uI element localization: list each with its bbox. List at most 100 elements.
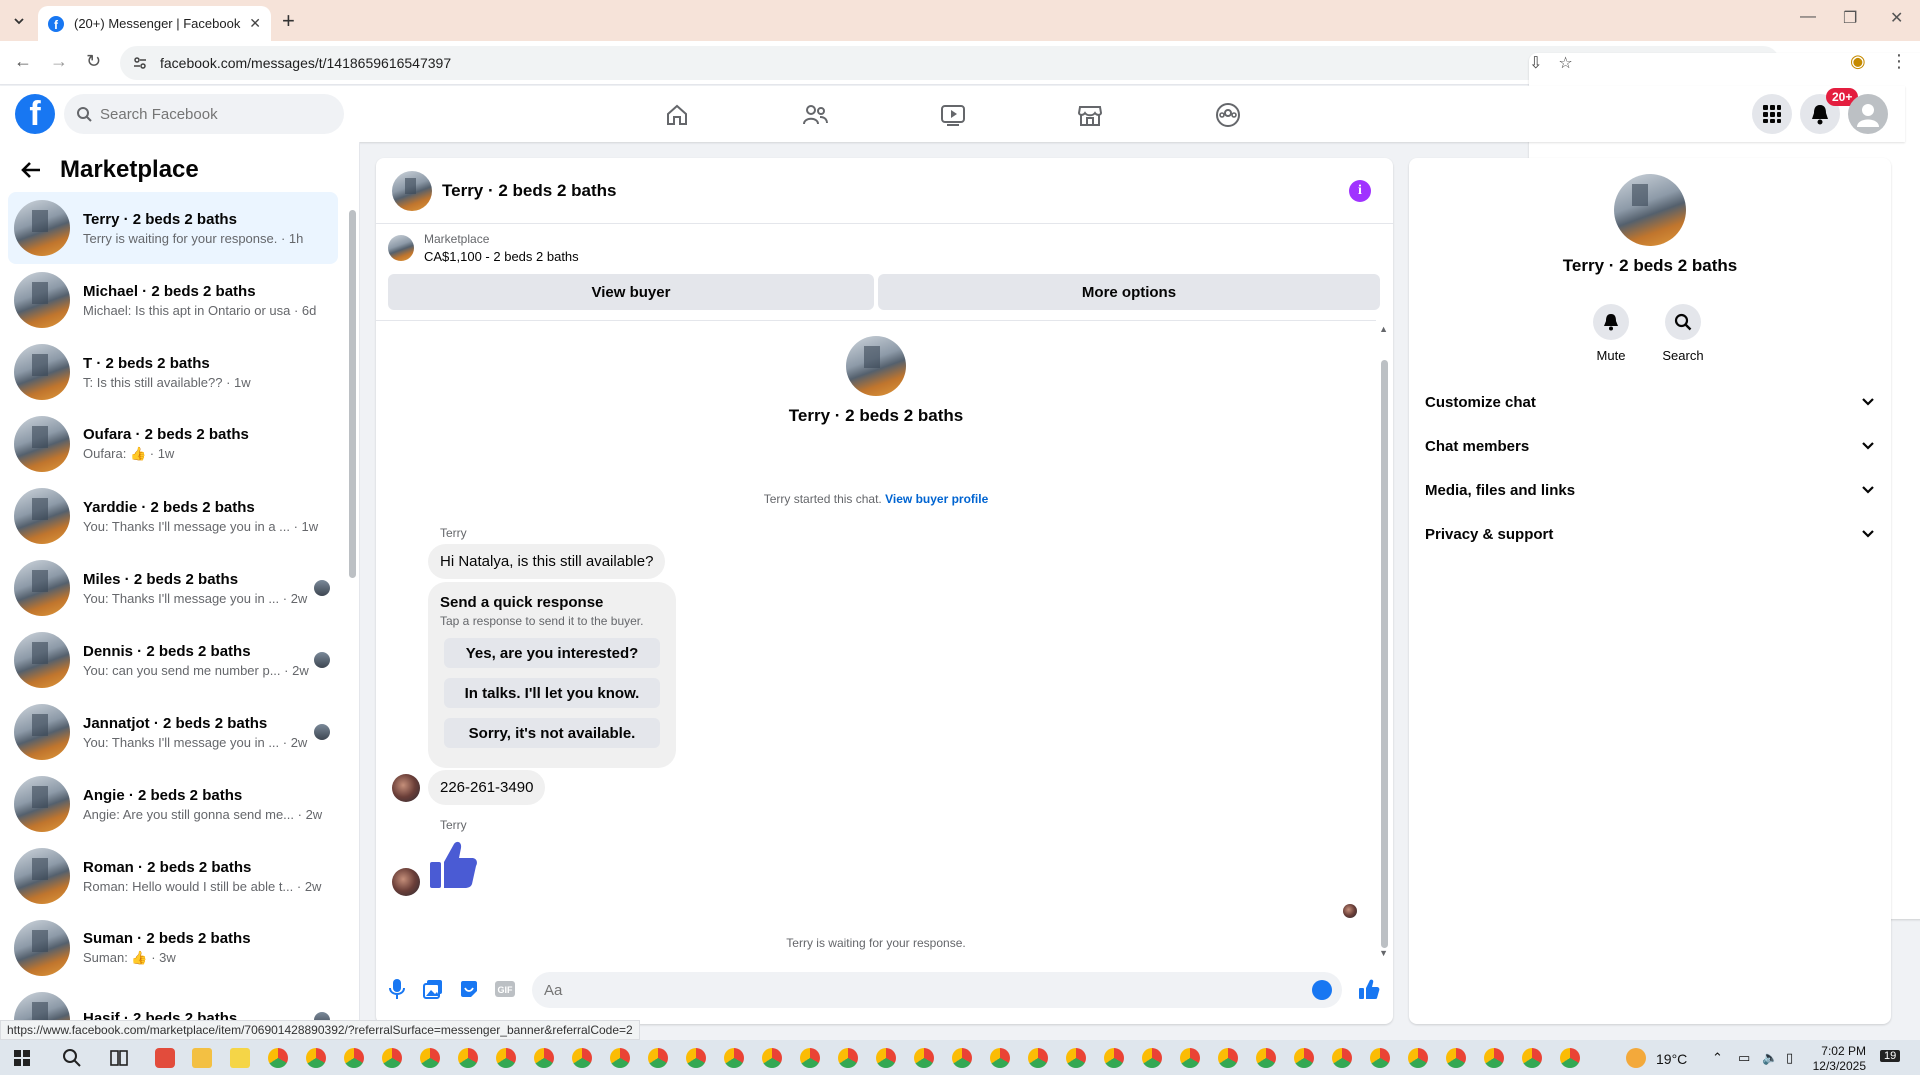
chrome-icon[interactable] [1446, 1048, 1466, 1068]
conversation-item[interactable]: Jannatjot · 2 beds 2 baths You: Thanks I'… [8, 696, 338, 768]
groups-icon[interactable] [1208, 100, 1248, 130]
chrome-icon[interactable] [306, 1048, 326, 1068]
privacy-support-row[interactable]: Privacy & support [1425, 512, 1875, 556]
info-icon[interactable]: i [1349, 180, 1371, 202]
microphone-icon[interactable] [386, 978, 408, 1000]
chrome-icon[interactable] [1218, 1048, 1238, 1068]
customize-chat-row[interactable]: Customize chat [1425, 380, 1875, 424]
back-arrow-icon[interactable] [20, 160, 42, 180]
scroll-up-icon[interactable]: ▲ [1379, 324, 1388, 334]
battery-icon[interactable]: ▯ [1786, 1050, 1793, 1066]
clock-time[interactable]: 7:02 PM [1812, 1044, 1866, 1058]
minimize-icon[interactable]: — [1800, 8, 1816, 26]
photo-icon[interactable] [422, 978, 444, 1000]
chrome-icon[interactable] [268, 1048, 288, 1068]
restore-icon[interactable]: ❐ [1843, 8, 1857, 28]
listing-banner[interactable]: Marketplace CA$1,100 - 2 beds 2 baths [388, 232, 579, 264]
quick-reply-button[interactable]: Sorry, it's not available. [444, 718, 660, 748]
chrome-icon[interactable] [572, 1048, 592, 1068]
chrome-icon[interactable] [420, 1048, 440, 1068]
forward-icon[interactable]: → [50, 51, 68, 72]
conversation-item[interactable]: Miles · 2 beds 2 baths You: Thanks I'll m… [8, 552, 338, 624]
chrome-icon[interactable] [762, 1048, 782, 1068]
chat-members-row[interactable]: Chat members [1425, 424, 1875, 468]
chrome-icon[interactable] [838, 1048, 858, 1068]
conversation-item[interactable]: Michael · 2 beds 2 baths Michael: Is this… [8, 264, 338, 336]
chrome-icon[interactable] [800, 1048, 820, 1068]
clock-date[interactable]: 12/3/2025 [1806, 1059, 1866, 1073]
emoji-icon[interactable] [1312, 980, 1332, 1000]
media-files-links-row[interactable]: Media, files and links [1425, 468, 1875, 512]
chrome-icon[interactable] [1066, 1048, 1086, 1068]
profile-icon[interactable]: ◉ [1850, 51, 1866, 72]
chrome-icon[interactable] [1104, 1048, 1124, 1068]
view-buyer-profile-link[interactable]: View buyer profile [885, 492, 988, 506]
chrome-icon[interactable] [914, 1048, 934, 1068]
close-tab-icon[interactable]: ✕ [249, 15, 261, 32]
chrome-icon[interactable] [458, 1048, 478, 1068]
facebook-logo-icon[interactable]: f [15, 94, 55, 134]
chrome-icon[interactable] [876, 1048, 896, 1068]
chrome-icon[interactable] [1028, 1048, 1048, 1068]
conversation-item[interactable]: Dennis · 2 beds 2 baths You: can you send… [8, 624, 338, 696]
chrome-icon[interactable] [1256, 1048, 1276, 1068]
chrome-icon[interactable] [610, 1048, 630, 1068]
more-options-button[interactable]: More options [878, 274, 1380, 310]
tab-search-dropdown[interactable] [8, 10, 30, 32]
chrome-icon[interactable] [990, 1048, 1010, 1068]
conversation-item[interactable]: Suman · 2 beds 2 baths Suman: 👍 · 3w [8, 912, 338, 984]
quick-reply-button[interactable]: In talks. I'll let you know. [444, 678, 660, 708]
volume-icon[interactable]: 🔈 [1762, 1050, 1778, 1066]
sticker-icon[interactable] [458, 978, 480, 1000]
chat-scrollbar[interactable] [1381, 360, 1388, 948]
chrome-icon[interactable] [1408, 1048, 1428, 1068]
sidebar-scrollbar[interactable] [349, 210, 356, 578]
file-explorer-icon[interactable] [192, 1048, 212, 1068]
quick-reply-button[interactable]: Yes, are you interested? [444, 638, 660, 668]
conversation-item[interactable]: Terry · 2 beds 2 baths Terry is waiting f… [8, 192, 338, 264]
site-settings-icon[interactable] [132, 55, 148, 71]
view-buyer-button[interactable]: View buyer [388, 274, 874, 310]
chrome-icon[interactable] [1180, 1048, 1200, 1068]
conversation-item[interactable]: Angie · 2 beds 2 baths Angie: Are you sti… [8, 768, 338, 840]
chrome-icon[interactable] [1484, 1048, 1504, 1068]
chrome-icon[interactable] [648, 1048, 668, 1068]
chrome-icon[interactable] [1332, 1048, 1352, 1068]
gif-icon[interactable]: GIF [494, 978, 516, 1000]
new-tab-button[interactable]: + [282, 8, 295, 34]
sticky-notes-icon[interactable] [230, 1048, 250, 1068]
chat-avatar[interactable] [392, 170, 432, 211]
message-bubble[interactable]: 226-261-3490 [428, 770, 546, 805]
scroll-down-icon[interactable]: ▼ [1379, 948, 1388, 958]
chat-title[interactable]: Terry · 2 beds 2 baths [442, 181, 616, 201]
account-avatar[interactable] [1848, 94, 1888, 134]
conversation-item[interactable]: Oufara · 2 beds 2 baths Oufara: 👍 · 1w [8, 408, 338, 480]
chrome-icon[interactable] [1522, 1048, 1542, 1068]
task-view-icon[interactable] [110, 1049, 128, 1067]
conversation-item[interactable]: Hasif · 2 beds 2 baths [8, 984, 338, 1024]
menu-kebab-icon[interactable]: ⋮ [1890, 51, 1908, 72]
network-icon[interactable]: ▭ [1738, 1050, 1750, 1066]
windows-start-icon[interactable] [14, 1050, 30, 1066]
chrome-icon[interactable] [1560, 1048, 1580, 1068]
chrome-icon[interactable] [496, 1048, 516, 1068]
search-box[interactable] [64, 94, 344, 134]
menu-grid-icon[interactable] [1752, 94, 1792, 134]
like-icon[interactable] [1358, 978, 1380, 1000]
mute-button[interactable]: Mute [1581, 304, 1641, 363]
tray-chevron-up-icon[interactable]: ⌃ [1712, 1050, 1723, 1066]
notification-center-badge[interactable]: 19 [1880, 1050, 1901, 1062]
back-icon[interactable]: ← [14, 51, 32, 72]
chrome-icon[interactable] [382, 1048, 402, 1068]
search-in-chat-button[interactable]: Search [1653, 304, 1713, 363]
chrome-icon[interactable] [1370, 1048, 1390, 1068]
sender-avatar[interactable] [392, 774, 420, 802]
search-input[interactable] [100, 105, 320, 123]
weather-icon[interactable] [1626, 1048, 1646, 1068]
chrome-icon[interactable] [344, 1048, 364, 1068]
chrome-icon[interactable] [952, 1048, 972, 1068]
message-input-box[interactable] [532, 972, 1342, 1008]
conversation-item[interactable]: Yarddie · 2 beds 2 baths You: Thanks I'll… [8, 480, 338, 552]
chrome-icon[interactable] [686, 1048, 706, 1068]
reload-icon[interactable]: ↻ [86, 51, 101, 72]
